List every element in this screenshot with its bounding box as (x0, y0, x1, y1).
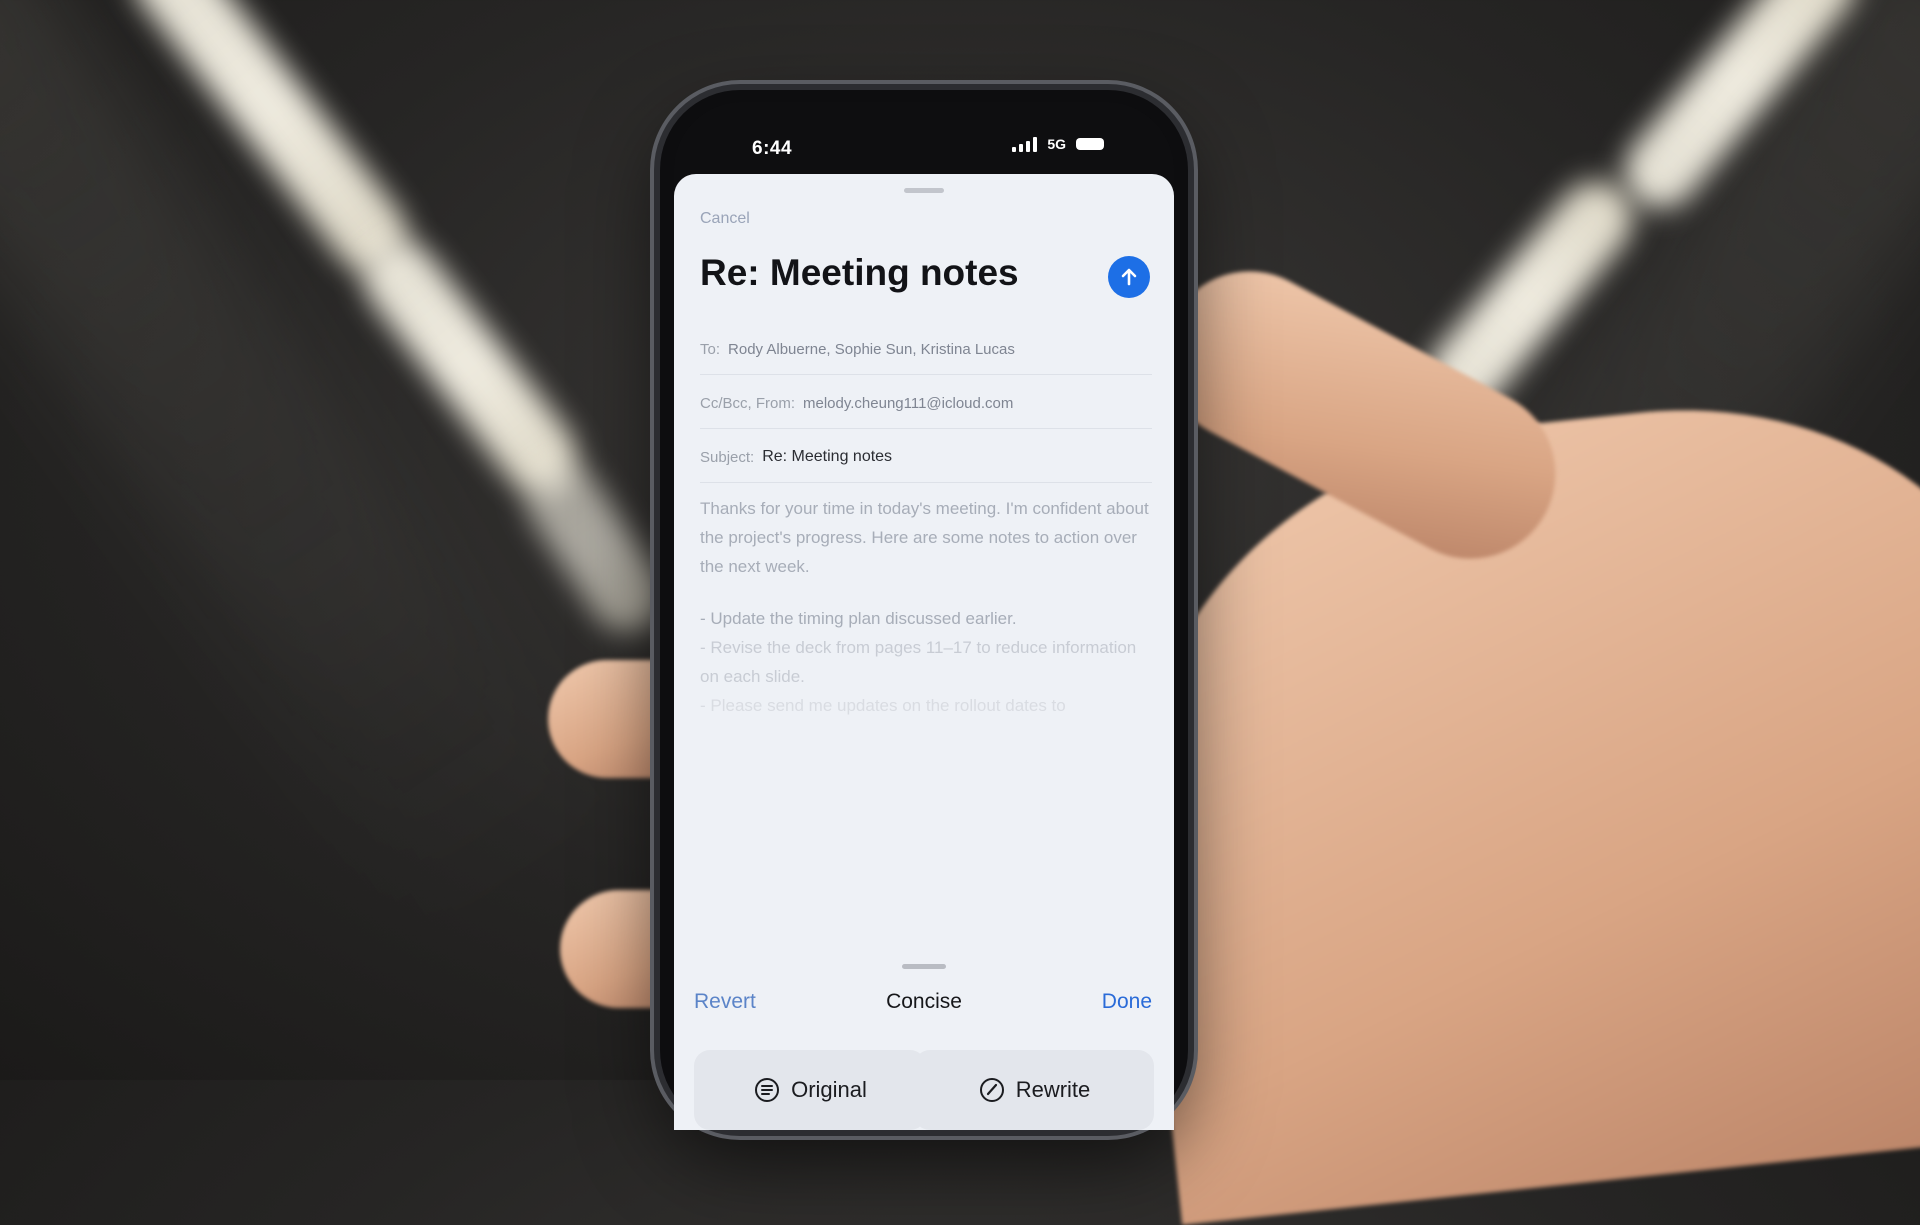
writing-tools-panel: Revert Concise Done Original Rewrite (674, 960, 1174, 1130)
cancel-button[interactable]: Cancel (700, 210, 750, 228)
to-field[interactable]: To: Rody Albuerne, Sophie Sun, Kristina … (700, 324, 1152, 375)
mode-title: Concise (886, 990, 962, 1013)
body-bullet[interactable]: - Please send me updates on the rollout … (700, 691, 1150, 720)
body-bullet[interactable]: - Revise the deck from pages 11–17 to re… (700, 633, 1150, 691)
network-label: 5G (1047, 136, 1066, 152)
subject-label: Subject: (700, 448, 755, 466)
original-button[interactable]: Original (694, 1050, 926, 1130)
ccbcc-label: Cc/Bcc, From: (700, 394, 796, 412)
from-address: melody.cheung111@icloud.com (803, 394, 1014, 412)
original-icon (755, 1078, 780, 1102)
send-arrow-icon (1121, 268, 1137, 286)
phone: 6:44 5G Cancel Re: Meeting notes To: Rod… (660, 90, 1188, 1130)
cc-from-field[interactable]: Cc/Bcc, From: melody.cheung111@icloud.co… (700, 378, 1152, 429)
sheet-grabber[interactable] (904, 188, 944, 193)
done-button[interactable]: Done (1102, 990, 1152, 1014)
body-paragraph[interactable]: Thanks for your time in today's meeting.… (700, 494, 1150, 581)
rewrite-button[interactable]: Rewrite (914, 1050, 1154, 1130)
to-label: To: (700, 340, 721, 358)
to-recipients: Rody Albuerne, Sophie Sun, Kristina Luca… (728, 340, 1015, 358)
panel-grabber[interactable] (902, 964, 946, 969)
send-button[interactable] (1108, 256, 1150, 298)
original-label: Original (791, 1077, 867, 1102)
ceiling-light (511, 447, 679, 647)
compose-sheet: Cancel Re: Meeting notes To: Rody Albuer… (674, 174, 1174, 1130)
status-time: 6:44 (752, 138, 793, 159)
rewrite-icon (979, 1078, 1004, 1102)
compose-title: Re: Meeting notes (700, 252, 1019, 293)
rewrite-label: Rewrite (1015, 1077, 1091, 1102)
subject-value: Re: Meeting notes (762, 448, 893, 465)
signal-icon (1012, 136, 1038, 152)
battery-icon (1076, 138, 1104, 150)
body-bullet[interactable]: - Update the timing plan discussed earli… (700, 604, 1150, 633)
phone-screen: 6:44 5G Cancel Re: Meeting notes To: Rod… (674, 102, 1174, 1130)
status-bar: 6:44 5G (674, 126, 1174, 166)
status-indicators: 5G (1012, 136, 1104, 152)
subject-field[interactable]: Subject: Re: Meeting notes (700, 432, 1152, 483)
